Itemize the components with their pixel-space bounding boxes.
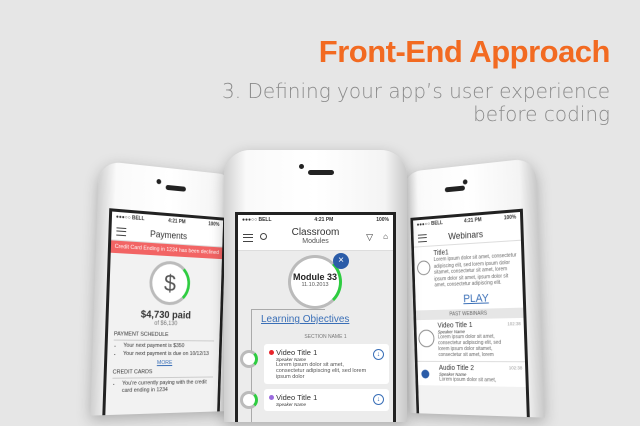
- webinar-body: Lorem ipsum dolor sit amet, consectetur …: [433, 252, 517, 289]
- classroom-screen: ●●●○○ BELL 4:21 PM 100% Classroom Modules …: [235, 212, 396, 422]
- filter-icon[interactable]: ▽: [366, 232, 373, 243]
- phone-payments: ●●●○○ BELL 4:21 PM 100% Payments Credit Ca…: [90, 160, 238, 416]
- cards-heading: CREDIT CARDS: [112, 368, 214, 379]
- video-title: Video Title 1: [276, 348, 318, 357]
- speaker: [444, 185, 465, 193]
- graduation-cap-icon[interactable]: ⌂: [383, 232, 388, 241]
- header: Classroom Modules ▽ ⌂: [238, 225, 393, 251]
- time: 4:21 PM: [463, 217, 482, 225]
- subtitle-line: before coding: [473, 102, 610, 126]
- schedule-heading: PAYMENT SCHEDULE: [113, 331, 215, 342]
- payment-progress: $: [109, 253, 222, 312]
- item-body: Lorem ipsum dolor sit amet, consectetur …: [437, 333, 502, 358]
- current-webinar: Title1 Lorem ipsum dolor sit amet, conse…: [413, 240, 524, 310]
- video-body: Lorem ipsum dolor sit amet, consectetur …: [276, 362, 367, 380]
- duration: 102:38: [507, 320, 521, 326]
- carrier: ●●●○○ BELL: [242, 217, 272, 223]
- past-webinar-item[interactable]: 102:38 Video Title 1 Speaker Name Lorem …: [416, 317, 525, 362]
- speaker: [308, 170, 334, 175]
- schedule-list: Your next payment is $350Your next payme…: [123, 343, 219, 358]
- dollar-icon: $: [148, 260, 191, 306]
- status-bar: ●●●○○ BELL 4:21 PM 100%: [238, 215, 393, 225]
- download-icon[interactable]: ↓: [373, 349, 384, 360]
- section-label: SECTION NAME 1: [304, 334, 347, 340]
- cards-list: You're currently paying with the credit …: [122, 379, 213, 395]
- close-icon[interactable]: ×: [333, 253, 349, 269]
- time: 4:21 PM: [168, 218, 186, 226]
- time: 4:21 PM: [314, 217, 334, 223]
- download-icon[interactable]: ↓: [373, 394, 384, 405]
- subtitle-line: 3. Defining your app’s user experience: [222, 79, 610, 103]
- video-title: Video Title 1: [276, 393, 318, 402]
- past-webinar-item[interactable]: 102:38 Audio Title 2 Speaker Name Lorem …: [417, 361, 526, 387]
- video-icon: [240, 391, 258, 409]
- learning-objectives-link[interactable]: Learning Objectives: [261, 314, 349, 325]
- search-icon[interactable]: [260, 233, 267, 240]
- phone-classroom: ●●●○○ BELL 4:21 PM 100% Classroom Modules …: [224, 150, 407, 422]
- video-icon: [416, 260, 431, 276]
- menu-icon[interactable]: [417, 234, 427, 243]
- carrier: ●●●○○ BELL: [115, 213, 145, 223]
- headline-title: Front-End Approach: [318, 34, 611, 69]
- payments-screen: ●●●○○ BELL 4:21 PM 100% Payments Credit Ca…: [102, 208, 226, 416]
- carrier: ●●●○○ BELL: [416, 220, 443, 229]
- camera: [299, 164, 304, 169]
- speaker-name: Speaker Name: [276, 402, 307, 407]
- speaker: [165, 184, 186, 192]
- module-date: 11.10.2013: [301, 282, 329, 288]
- headline-subtitle: 3. Defining your app’s user experience be…: [222, 80, 610, 126]
- item-body: Lorem ipsum dolor sit amet,: [439, 376, 497, 383]
- video-card[interactable]: Video Title 1 Speaker Name Lorem ipsum d…: [240, 344, 389, 384]
- status-dot: [269, 350, 274, 355]
- battery: 100%: [376, 217, 389, 223]
- menu-icon[interactable]: [116, 227, 127, 237]
- menu-icon[interactable]: [243, 234, 253, 242]
- video-icon: [418, 329, 435, 347]
- module-area: Module 33 11.10.2013 × Learning Objectiv…: [238, 251, 393, 422]
- camera: [156, 178, 162, 185]
- camera: [462, 179, 468, 185]
- schedule-item: Your next payment is due on 10/12/13: [123, 350, 219, 358]
- more-link[interactable]: MORE: [107, 360, 219, 366]
- status-dot: [269, 395, 274, 400]
- play-button[interactable]: PLAY: [435, 291, 519, 306]
- schedule-item: Your next payment is $350: [123, 343, 219, 351]
- duration: 102:38: [508, 364, 523, 370]
- screen-title: Webinars: [448, 229, 484, 242]
- screen-title: Payments: [149, 228, 188, 242]
- battery: 100%: [503, 214, 517, 222]
- webinars-screen: ●●●○○ BELL 4:21 PM 100% Webinars Title1 Lo…: [410, 208, 530, 418]
- battery: 100%: [208, 221, 220, 228]
- cards-item: You're currently paying with the credit …: [122, 379, 213, 395]
- module-title: Module 33: [292, 272, 337, 282]
- video-card[interactable]: Video Title 1 Speaker Name ↓: [240, 389, 389, 411]
- audio-icon: [421, 369, 430, 379]
- phone-webinars: ●●●○○ BELL 4:21 PM 100% Webinars Title1 Lo…: [402, 157, 545, 418]
- video-icon: [240, 350, 258, 368]
- amount-total: of $6,130: [154, 320, 178, 328]
